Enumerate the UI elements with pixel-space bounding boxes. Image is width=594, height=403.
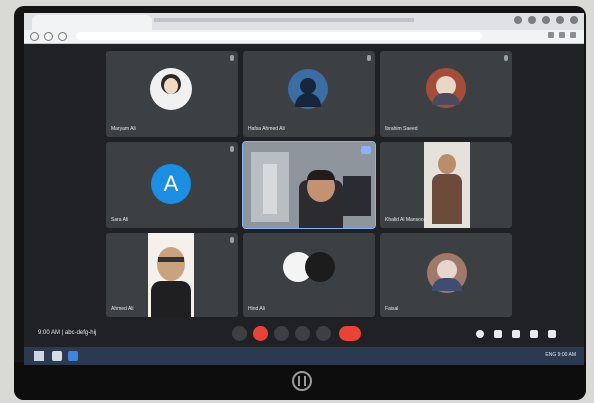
extension-icon[interactable] bbox=[542, 16, 550, 24]
participant-tile[interactable]: Khalid Al Mansoori bbox=[380, 142, 512, 228]
participant-name: Maryam Ali bbox=[111, 126, 136, 132]
browser-tab-bar bbox=[24, 13, 584, 30]
participant-tile[interactable]: Hafsa Ahmed Ali bbox=[243, 51, 375, 137]
toolbar-icons bbox=[548, 32, 576, 38]
meeting-details: 9:00 AM | abc-defg-hij bbox=[38, 330, 97, 336]
back-icon[interactable] bbox=[30, 32, 39, 41]
people-icon[interactable] bbox=[494, 330, 502, 338]
captions-button[interactable] bbox=[232, 326, 247, 341]
active-speaker-video[interactable] bbox=[242, 141, 376, 229]
present-button[interactable] bbox=[295, 326, 310, 341]
start-icon[interactable] bbox=[34, 351, 44, 361]
account-icon[interactable] bbox=[570, 32, 576, 38]
participant-tile[interactable]: Faisal bbox=[380, 233, 512, 317]
participant-name: Faisal bbox=[385, 306, 399, 312]
participant-name: Hind Ali bbox=[248, 306, 265, 312]
activities-icon[interactable] bbox=[530, 330, 538, 338]
participant-tile[interactable]: A Sara Ali bbox=[106, 142, 238, 228]
extensions-icon[interactable] bbox=[559, 32, 565, 38]
mic-icon bbox=[230, 55, 234, 61]
profile-photo bbox=[424, 142, 470, 228]
maximize-icon[interactable] bbox=[528, 16, 536, 24]
participant-tile[interactable]: Ahmed Ali bbox=[106, 233, 238, 317]
monitor-bezel bbox=[14, 362, 586, 400]
profile-photo bbox=[148, 233, 194, 317]
avatar bbox=[150, 68, 192, 110]
participant-tile[interactable]: Ibrahim Saeed bbox=[380, 51, 512, 137]
person-hair bbox=[307, 170, 335, 180]
mic-icon bbox=[504, 55, 508, 61]
window-controls bbox=[514, 16, 578, 24]
avatar bbox=[288, 69, 328, 109]
meeting-toolbar: 9:00 AM | abc-defg-hij bbox=[24, 317, 584, 347]
screen: Maryam Ali Hafsa Ahmed Ali Ibrahim Saeed… bbox=[24, 13, 584, 365]
participant-tile[interactable]: Hind Ali bbox=[243, 233, 375, 317]
mic-toggle-button[interactable] bbox=[253, 326, 268, 341]
pin-icon[interactable] bbox=[361, 146, 371, 154]
participant-grid: Maryam Ali Hafsa Ahmed Ali Ibrahim Saeed… bbox=[106, 51, 526, 317]
participant-name: Khalid Al Mansoori bbox=[385, 217, 427, 223]
mic-icon bbox=[230, 146, 234, 152]
browser-icon[interactable] bbox=[68, 351, 78, 361]
address-bar[interactable] bbox=[76, 32, 482, 40]
door-frame bbox=[263, 164, 277, 214]
address-bar-row bbox=[24, 30, 584, 44]
avatar bbox=[426, 68, 466, 108]
browser-tab[interactable] bbox=[32, 15, 152, 30]
background-shelf bbox=[343, 176, 371, 216]
system-tray: ENG 9:00 AM bbox=[545, 352, 576, 358]
chat-icon[interactable] bbox=[512, 330, 520, 338]
bookmark-icon[interactable] bbox=[548, 32, 554, 38]
letter-avatar: A bbox=[151, 164, 191, 204]
participant-name: Ahmed Ali bbox=[111, 306, 134, 312]
mic-icon bbox=[367, 55, 371, 61]
nav-buttons bbox=[30, 32, 67, 41]
participant-name: Hafsa Ahmed Ali bbox=[248, 126, 285, 132]
forward-icon[interactable] bbox=[44, 32, 53, 41]
participant-tile[interactable]: Maryam Ali bbox=[106, 51, 238, 137]
tab-strip bbox=[154, 18, 414, 22]
taskbar: ENG 9:00 AM bbox=[24, 347, 584, 365]
search-icon[interactable] bbox=[52, 351, 62, 361]
profile-icon[interactable] bbox=[556, 16, 564, 24]
close-icon[interactable] bbox=[570, 16, 578, 24]
minimize-icon[interactable] bbox=[514, 16, 522, 24]
avatar bbox=[305, 252, 335, 282]
avatar bbox=[427, 253, 467, 293]
host-controls-icon[interactable] bbox=[548, 330, 556, 338]
brand-logo bbox=[292, 371, 312, 391]
mic-icon bbox=[230, 237, 234, 243]
participant-name: Ibrahim Saeed bbox=[385, 126, 418, 132]
more-options-button[interactable] bbox=[316, 326, 331, 341]
reload-icon[interactable] bbox=[58, 32, 67, 41]
info-icon[interactable] bbox=[476, 330, 484, 338]
camera-toggle-button[interactable] bbox=[274, 326, 289, 341]
participant-name: Sara Ali bbox=[111, 217, 129, 223]
leave-call-button[interactable] bbox=[339, 326, 361, 341]
